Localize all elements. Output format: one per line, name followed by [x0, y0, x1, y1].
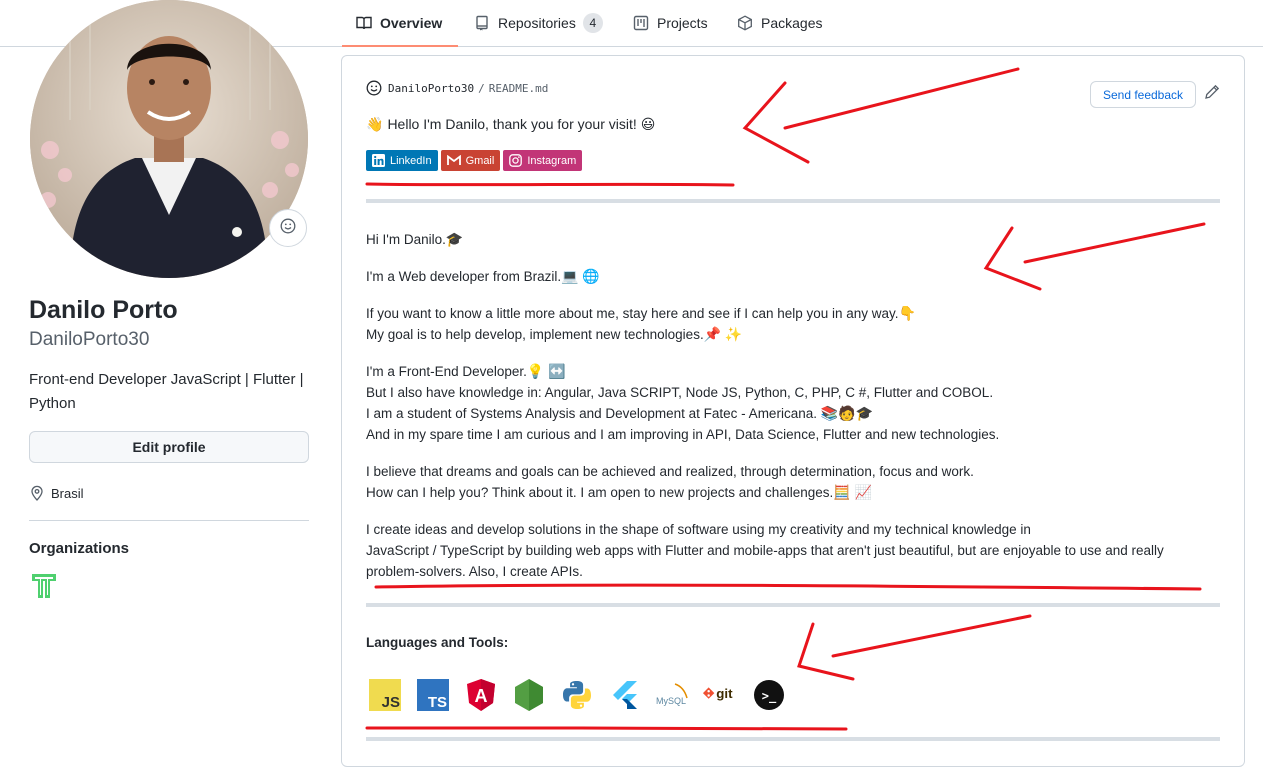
smiling-face-icon: 😃: [640, 116, 656, 132]
readme-paragraph: If you want to know a little more about …: [366, 303, 1226, 345]
edit-profile-button[interactable]: Edit profile: [29, 431, 309, 463]
terminal-icon[interactable]: >_: [750, 676, 788, 714]
tab-projects[interactable]: Projects: [633, 0, 708, 46]
tab-repositories[interactable]: Repositories 4: [474, 0, 603, 46]
tool-label: A: [475, 686, 488, 706]
avatar[interactable]: [30, 0, 308, 278]
readme-divider: [366, 737, 1220, 741]
nodejs-icon[interactable]: [510, 676, 548, 714]
badge-label: Gmail: [465, 154, 495, 167]
paragraph-line: I'm a Front-End Developer.: [366, 364, 527, 379]
gmail-badge[interactable]: Gmail: [440, 150, 501, 171]
smiley-icon: [280, 218, 296, 239]
paragraph-line: JavaScript / TypeScript by building web …: [366, 543, 1164, 558]
tool-label: TS: [428, 694, 447, 711]
paragraph-line: I am a student of Systems Analysis and D…: [366, 406, 817, 421]
graduation-cap-icon: 🎓: [855, 405, 874, 421]
profile-bio: Front-end Developer JavaScript | Flutter…: [29, 371, 304, 412]
tool-label: MySQL: [656, 696, 686, 706]
book-icon: [356, 15, 372, 31]
mysql-icon[interactable]: MySQL: [654, 676, 692, 714]
tab-label: Projects: [657, 15, 708, 31]
linkedin-badge[interactable]: LinkedIn: [366, 150, 438, 171]
readme-paragraph: I'm a Web developer from Brazil.💻 🌐: [366, 266, 1226, 287]
organization-avatar[interactable]: [29, 571, 59, 601]
paragraph-line: How can I help you? Think about it. I am…: [366, 485, 834, 500]
readme-repo-link[interactable]: DaniloPorto30: [388, 82, 474, 95]
location-text: Brasil: [51, 485, 84, 501]
paragraph-line: problem-solvers. Also, I create APIs.: [366, 564, 583, 579]
path-separator: /: [478, 81, 485, 95]
location-icon: [29, 485, 45, 501]
greeting-text: Hello I'm Danilo, thank you for your vis…: [387, 116, 637, 132]
paragraph-line: But I also have knowledge in: Angular, J…: [366, 385, 994, 400]
readme-paragraph: I create ideas and develop solutions in …: [366, 519, 1226, 582]
paragraph-line: I create ideas and develop solutions in …: [366, 522, 1031, 537]
paragraph-line: Hi I'm Danilo.: [366, 232, 446, 247]
social-badges: LinkedIn Gmail Instagram: [366, 150, 583, 171]
python-icon[interactable]: [558, 676, 596, 714]
left-right-arrow-icon: ↔️: [548, 363, 566, 379]
books-icon: 📚: [820, 405, 839, 421]
tab-packages[interactable]: Packages: [737, 0, 822, 46]
javascript-icon[interactable]: JS: [366, 676, 404, 714]
typescript-icon[interactable]: TS: [414, 676, 452, 714]
readme-divider: [366, 199, 1220, 203]
readme-paragraph: I'm a Front-End Developer.💡 ↔️ But I als…: [366, 361, 1226, 445]
linkedin-icon: [372, 154, 385, 167]
tools-icons: JS TS A MySQL git >_: [366, 676, 788, 714]
pointing-down-icon: 👇: [898, 305, 916, 321]
tab-label: Overview: [380, 15, 443, 31]
instagram-badge[interactable]: Instagram: [503, 150, 583, 171]
tool-label: >_: [762, 689, 777, 704]
flutter-icon[interactable]: [606, 676, 644, 714]
tab-overview[interactable]: Overview: [341, 0, 459, 47]
tool-label: JS: [382, 694, 400, 711]
lightbulb-icon: 💡: [526, 363, 545, 379]
instagram-icon: [509, 154, 523, 167]
organizations-heading: Organizations: [29, 540, 130, 557]
paragraph-line: I believe that dreams and goals can be a…: [366, 464, 974, 479]
paragraph-line: My goal is to help develop, implement ne…: [366, 327, 704, 342]
git-icon[interactable]: git: [702, 676, 740, 714]
paragraph-line: I'm a Web developer from Brazil.: [366, 269, 562, 284]
readme-file-name[interactable]: README.md: [489, 82, 549, 95]
sidebar-divider: [29, 520, 309, 521]
waving-hand-icon: 👋: [366, 116, 384, 132]
sparkles-icon: ✨: [724, 326, 743, 342]
send-feedback-button[interactable]: Send feedback: [1090, 81, 1196, 108]
badge-label: LinkedIn: [390, 154, 432, 167]
tool-label: git: [716, 686, 733, 701]
profile-login: DaniloPorto30: [29, 329, 150, 350]
readme-greeting: 👋 Hello I'm Danilo, thank you for your v…: [366, 116, 655, 132]
readme-paragraph: I believe that dreams and goals can be a…: [366, 461, 1226, 503]
graduation-cap-icon: 🎓: [445, 231, 464, 247]
repo-icon: [474, 15, 490, 31]
angular-icon[interactable]: A: [462, 676, 500, 714]
readme-paragraph: Hi I'm Danilo.🎓: [366, 229, 1226, 250]
readme-divider: [366, 603, 1220, 607]
computer-icon: 💻: [561, 268, 579, 284]
readme-path: DaniloPorto30 / README.md: [366, 80, 548, 96]
pushpin-icon: 📌: [703, 326, 722, 342]
profile-name: Danilo Porto: [29, 296, 178, 324]
globe-icon: 🌐: [582, 268, 600, 284]
paragraph-line: If you want to know a little more about …: [366, 306, 899, 321]
set-status-button[interactable]: [269, 209, 307, 247]
chart-increasing-icon: 📈: [854, 484, 872, 500]
tab-label: Packages: [761, 15, 823, 31]
repo-count-badge: 4: [582, 13, 603, 33]
project-icon: [633, 15, 649, 31]
student-icon: 🧑: [838, 405, 856, 421]
tab-label: Repositories: [498, 15, 576, 31]
gmail-icon: [446, 155, 461, 166]
badge-label: Instagram: [527, 154, 577, 167]
tools-heading: Languages and Tools:: [366, 635, 509, 650]
paragraph-line: And in my spare time I am curious and I …: [366, 427, 1000, 442]
edit-readme-pencil-icon[interactable]: [1204, 84, 1220, 105]
package-icon: [737, 15, 753, 31]
smiley-icon: [366, 80, 382, 96]
abacus-icon: 🧮: [833, 484, 851, 500]
profile-location: Brasil: [29, 485, 84, 501]
